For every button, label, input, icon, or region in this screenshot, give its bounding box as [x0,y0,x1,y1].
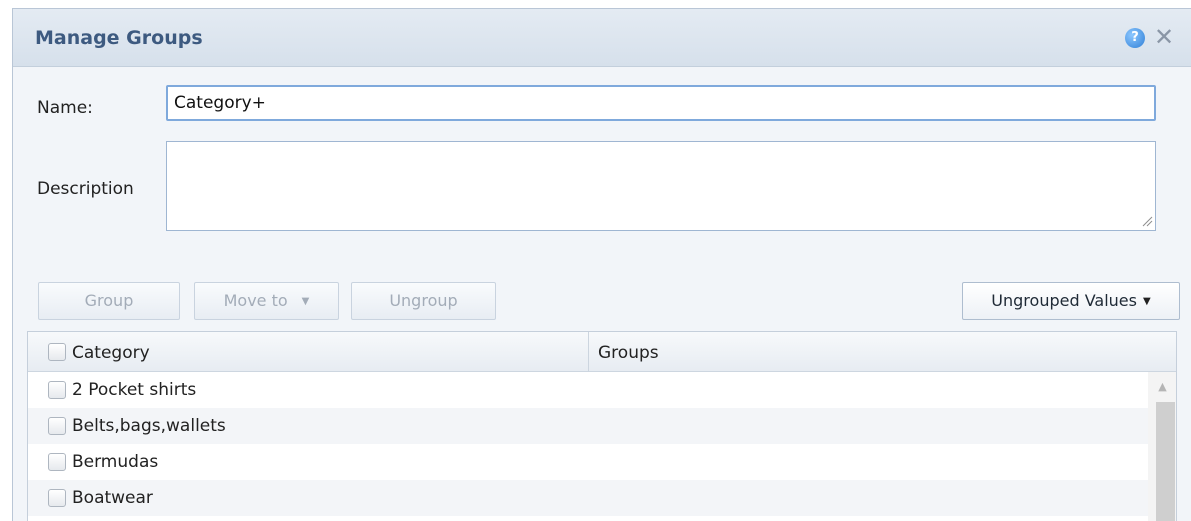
ungrouped-values-dropdown[interactable]: Ungrouped Values ▼ [962,282,1180,320]
row-checkbox[interactable] [48,489,66,507]
scroll-up-icon[interactable]: ▲ [1148,380,1176,398]
vertical-scrollbar[interactable]: ▲ [1148,372,1176,521]
column-divider[interactable] [588,332,589,372]
manage-groups-dialog: Manage Groups ? ✕ Name: Description Grou… [12,8,1191,521]
move-to-button[interactable]: Move to ▼ [194,282,339,320]
help-icon[interactable]: ? [1125,28,1145,48]
dialog-title: Manage Groups [35,27,203,49]
ungroup-button[interactable]: Ungroup [351,282,496,320]
dialog-titlebar[interactable]: Manage Groups ? ✕ [13,9,1191,67]
chevron-down-icon: ▼ [1142,296,1151,307]
row-category: 2 Pocket shirts [72,380,197,400]
row-category: Belts,bags,wallets [72,416,226,436]
group-button[interactable]: Group [38,282,180,320]
grid-header: Category Groups [28,332,1176,372]
category-grid: Category Groups 2 Pocket shirts Belts,ba… [27,331,1177,521]
group-button-label: Group [84,291,134,310]
table-row[interactable]: 2 Pocket shirts [28,372,1148,408]
ungrouped-values-label: Ungrouped Values [991,291,1137,310]
description-field[interactable] [166,141,1156,231]
description-label: Description [37,179,134,199]
ungroup-button-label: Ungroup [389,291,458,310]
row-category: Boatwear [72,488,153,508]
select-all-checkbox[interactable] [48,343,66,361]
row-checkbox[interactable] [48,381,66,399]
chevron-down-icon: ▼ [301,296,310,307]
name-field[interactable] [166,85,1156,121]
row-checkbox[interactable] [48,453,66,471]
table-row[interactable]: Bermudas [28,444,1148,480]
table-row[interactable]: Belts,bags,wallets [28,408,1148,444]
move-to-button-label: Move to [223,291,288,310]
name-label: Name: [37,98,93,118]
table-row[interactable]: Boatwear [28,480,1148,516]
row-category: Bermudas [72,452,159,472]
column-header-groups[interactable]: Groups [598,343,659,363]
column-header-category[interactable]: Category [72,343,150,363]
row-checkbox[interactable] [48,417,66,435]
close-icon[interactable]: ✕ [1152,23,1176,51]
scrollbar-thumb[interactable] [1156,402,1175,521]
